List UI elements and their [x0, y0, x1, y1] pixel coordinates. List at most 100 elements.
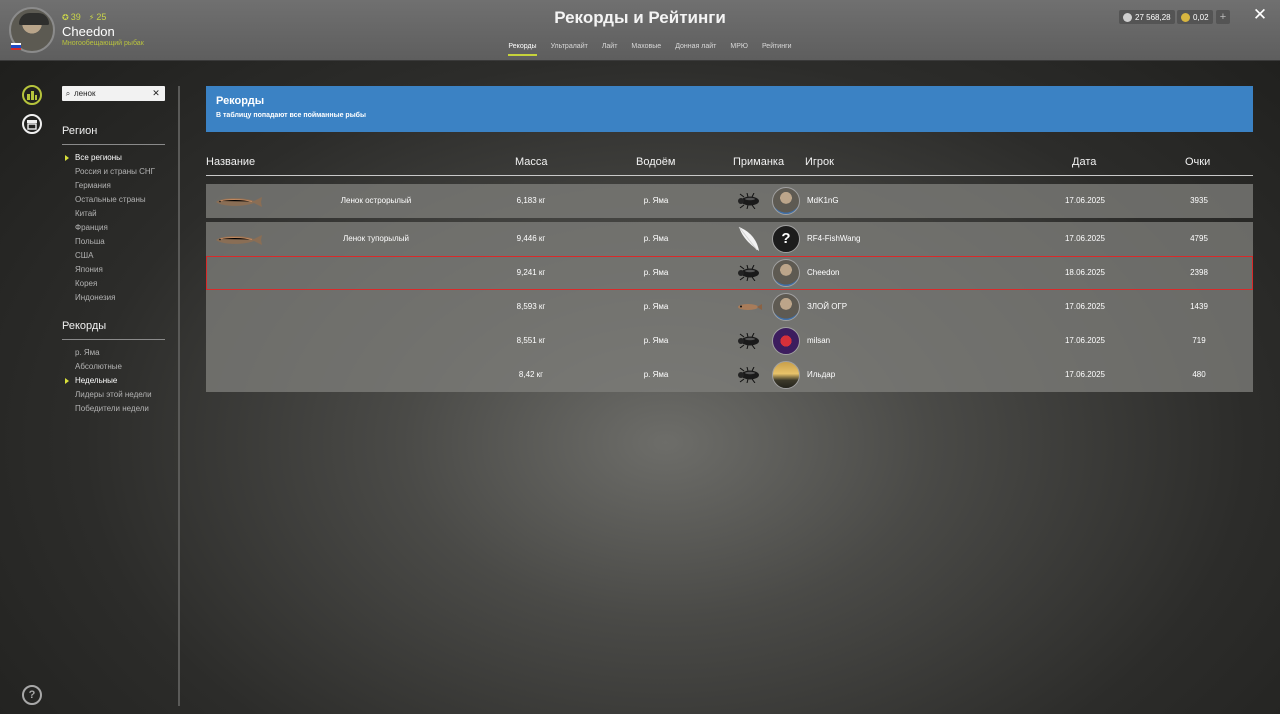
- regions-item[interactable]: США: [75, 249, 155, 263]
- player-avatar[interactable]: ?: [772, 225, 800, 253]
- page-title: Рекорды и Рейтинги: [554, 8, 726, 27]
- beetle-lure-icon: [735, 366, 763, 384]
- table-row[interactable]: 8,593 кг р. Яма ЗЛОЙ ОГР 17.06.2025 1439: [206, 290, 1253, 324]
- column-water[interactable]: Водоём: [636, 156, 675, 168]
- catch-date: 17.06.2025: [1064, 302, 1106, 311]
- player-avatar[interactable]: [772, 327, 800, 355]
- water-body: р. Яма: [643, 370, 669, 379]
- region-heading: Регион: [62, 125, 98, 137]
- fish-mass: 6,183 кг: [516, 196, 546, 205]
- fish-mass: 8,593 кг: [516, 302, 546, 311]
- tab-2[interactable]: Лайт: [595, 43, 625, 56]
- records-heading: Рекорды: [62, 320, 107, 332]
- minnow-lure-icon: [735, 299, 763, 315]
- player-avatar[interactable]: [772, 361, 800, 389]
- table-row[interactable]: Ленок тупорылый 9,446 кг р. Яма? RF4-FishWa…: [206, 222, 1253, 256]
- water-body: р. Яма: [643, 268, 669, 277]
- gold-amount: 0,02: [1193, 12, 1209, 22]
- player-name[interactable]: Cheedon: [807, 256, 839, 290]
- regions-item[interactable]: Китай: [75, 207, 155, 221]
- help-icon[interactable]: ?: [22, 685, 42, 705]
- catch-date: 17.06.2025: [1064, 336, 1106, 345]
- records-item[interactable]: Абсолютные: [75, 360, 152, 374]
- water-body: р. Яма: [643, 196, 669, 205]
- fish-thumbnail-icon: [214, 195, 264, 207]
- table-header: Название Масса Водоём Приманка Игрок Дат…: [206, 150, 1253, 176]
- table-row[interactable]: Ленок острорылый 6,183 кг р. Яма MdK1nG 17.0…: [206, 184, 1253, 218]
- player-name[interactable]: MdK1nG: [807, 184, 839, 218]
- points: 719: [1192, 336, 1206, 345]
- catch-date: 17.06.2025: [1064, 234, 1106, 243]
- regions-item[interactable]: Япония: [75, 263, 155, 277]
- water-body: р. Яма: [643, 302, 669, 311]
- catch-date: 17.06.2025: [1064, 196, 1106, 205]
- regions-item[interactable]: Все регионы: [65, 151, 155, 165]
- fish-name: Ленок тупорылый: [343, 234, 409, 243]
- top-bar: ✪ 39 ⚡ 25 Cheedon Многообещающий рыбак Рек…: [0, 0, 1280, 61]
- table-row[interactable]: 8,551 кг р. Яма milsan 17.06.2025 719: [206, 324, 1253, 358]
- archive-mode-icon[interactable]: [22, 114, 42, 134]
- tab-5[interactable]: МРЮ: [723, 43, 755, 56]
- player-avatar[interactable]: [772, 259, 800, 287]
- tab-0[interactable]: Рекорды: [501, 43, 543, 56]
- regions-item[interactable]: Франция: [75, 221, 155, 235]
- fish-mass: 8,42 кг: [518, 370, 544, 379]
- player-name[interactable]: ЗЛОЙ ОГР: [807, 290, 847, 324]
- gold-coin-icon: [1181, 12, 1190, 22]
- records-item[interactable]: Победители недели: [75, 402, 152, 416]
- beetle-lure-icon: [735, 192, 763, 210]
- player-avatar[interactable]: [772, 187, 800, 215]
- box-icon: [27, 120, 37, 130]
- records-item[interactable]: Лидеры этой недели: [75, 388, 152, 402]
- points: 4795: [1190, 234, 1208, 243]
- banner-subtitle: В таблицу попадают все пойманные рыбы: [216, 112, 366, 119]
- player-avatar[interactable]: [772, 293, 800, 321]
- points: 480: [1192, 370, 1206, 379]
- tab-1[interactable]: Ультралайт: [544, 43, 595, 56]
- regions-item[interactable]: Германия: [75, 179, 155, 193]
- catch-date: 18.06.2025: [1064, 268, 1106, 277]
- table-row[interactable]: 9,241 кг р. Яма Cheedon 18.06.2025 2398: [206, 256, 1253, 290]
- search-input[interactable]: [74, 89, 150, 98]
- player-name[interactable]: RF4-FishWang: [807, 222, 861, 256]
- fish-mass: 9,241 кг: [516, 268, 546, 277]
- regions-item[interactable]: Польша: [75, 235, 155, 249]
- feather-lure-icon: [735, 226, 763, 251]
- region-list: Все регионы Россия и страны СНГ Германия Ос…: [65, 151, 155, 305]
- water-body: р. Яма: [643, 234, 669, 243]
- column-date[interactable]: Дата: [1072, 156, 1096, 168]
- sidebar-divider: [178, 86, 180, 706]
- fish-mass: 9,446 кг: [516, 234, 546, 243]
- beetle-lure-icon: [735, 264, 763, 282]
- column-lure[interactable]: Приманка: [733, 156, 784, 168]
- search-icon: ⌕: [65, 88, 71, 98]
- fish-mass: 8,551 кг: [516, 336, 546, 345]
- tab-6[interactable]: Рейтинги: [755, 43, 799, 56]
- close-button[interactable]: ✕: [1252, 6, 1268, 23]
- gold-balance[interactable]: 0,02: [1177, 10, 1213, 24]
- add-funds-button[interactable]: +: [1216, 10, 1230, 24]
- tab-3[interactable]: Маховые: [624, 43, 668, 56]
- column-points[interactable]: Очки: [1185, 156, 1210, 168]
- player-name[interactable]: Ильдар: [807, 358, 835, 392]
- clear-search-icon[interactable]: ✕: [150, 88, 162, 99]
- records-item[interactable]: Недельные: [65, 374, 152, 388]
- player-name[interactable]: milsan: [807, 324, 830, 358]
- regions-item[interactable]: Индонезия: [75, 291, 155, 305]
- column-mass[interactable]: Масса: [515, 156, 548, 168]
- silver-balance[interactable]: 27 568,28: [1119, 10, 1175, 24]
- table-row[interactable]: 8,42 кг р. Яма Ильдар 17.06.2025 480: [206, 358, 1253, 392]
- banner-title: Рекорды: [216, 95, 265, 107]
- points: 2398: [1190, 268, 1208, 277]
- records-mode-icon[interactable]: [22, 85, 42, 105]
- beetle-lure-icon: [735, 332, 763, 350]
- column-player[interactable]: Игрок: [805, 156, 834, 168]
- tab-4[interactable]: Донная лайт: [668, 43, 723, 56]
- regions-item[interactable]: Остальные страны: [75, 193, 155, 207]
- search-box: ⌕ ✕: [62, 86, 165, 101]
- regions-item[interactable]: Россия и страны СНГ: [75, 165, 155, 179]
- records-list: р. Яма Абсолютные Недельные Лидеры этой нед…: [65, 346, 152, 416]
- regions-item[interactable]: Корея: [75, 277, 155, 291]
- column-name[interactable]: Название: [206, 156, 255, 168]
- records-item[interactable]: р. Яма: [75, 346, 152, 360]
